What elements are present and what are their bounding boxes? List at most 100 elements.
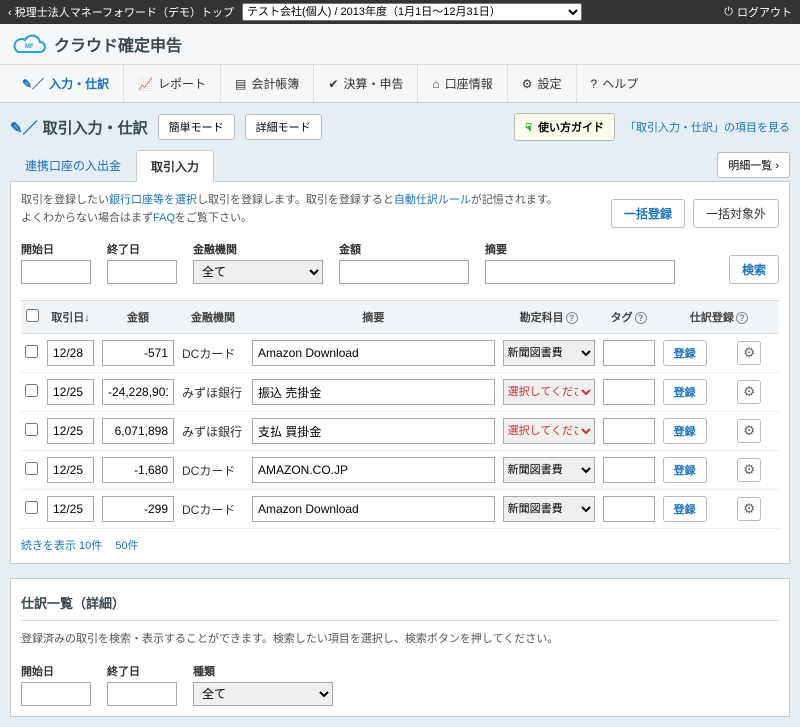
row-settings-button[interactable]: ⚙	[737, 380, 761, 404]
mode-simple-button[interactable]: 簡単モード	[158, 114, 235, 140]
row-account-select[interactable]: 選択してください	[503, 418, 595, 444]
row-settings-button[interactable]: ⚙	[737, 341, 761, 365]
row-checkbox[interactable]	[25, 462, 38, 475]
gear-icon: ⚙	[522, 77, 533, 91]
row-institution: みずほ銀行	[178, 373, 248, 412]
row-amount-input[interactable]	[102, 457, 174, 483]
row-account-select[interactable]: 新聞図書費	[503, 496, 595, 522]
select-account-link[interactable]: 銀行口座等を選択	[109, 194, 197, 206]
row-settings-button[interactable]: ⚙	[737, 419, 761, 443]
row-date-input[interactable]	[47, 340, 94, 366]
nav-help[interactable]: ?ヘルプ	[577, 65, 653, 102]
row-date-input[interactable]	[47, 379, 94, 405]
filter-end-input[interactable]	[107, 260, 177, 284]
show-more-10-link[interactable]: 続きを表示 10件	[21, 540, 102, 552]
row-memo-input[interactable]	[252, 418, 495, 444]
detail-list-button[interactable]: 明細一覧 ›	[717, 152, 790, 178]
table-row: みずほ銀行 選択してください 登録 ⚙	[21, 373, 779, 412]
row-amount-input[interactable]	[102, 340, 174, 366]
label-end: 終了日	[107, 241, 177, 257]
show-more-50-link[interactable]: 50件	[115, 540, 138, 552]
row-amount-input[interactable]	[102, 418, 174, 444]
faq-link[interactable]: FAQ	[153, 212, 175, 224]
row-checkbox[interactable]	[25, 501, 38, 514]
row-date-input[interactable]	[47, 418, 94, 444]
row-memo-input[interactable]	[252, 340, 495, 366]
journal-end-input[interactable]	[107, 682, 177, 706]
gear-icon: ⚙	[743, 423, 755, 439]
table-row: DCカード新聞図書費登録⚙	[21, 334, 779, 373]
help-icon[interactable]: ?	[566, 312, 578, 324]
row-tag-input[interactable]	[603, 457, 655, 483]
filter-amount-input[interactable]	[339, 260, 469, 284]
row-tag-input[interactable]	[603, 379, 655, 405]
row-account-select[interactable]: 選択してください	[503, 379, 595, 405]
row-institution: DCカード	[178, 451, 248, 490]
row-register-button[interactable]: 登録	[663, 418, 707, 444]
logout-link[interactable]: ⏻ ログアウト	[724, 4, 792, 20]
bulk-exclude-button[interactable]: 一括対象外	[693, 199, 779, 228]
label-inst: 金融機関	[193, 241, 323, 257]
label-end2: 終了日	[107, 663, 177, 679]
row-tag-input[interactable]	[603, 496, 655, 522]
row-memo-input[interactable]	[252, 379, 495, 405]
table-row: みずほ銀行選択してください登録⚙	[21, 412, 779, 451]
row-checkbox[interactable]	[25, 384, 38, 397]
sort-down-icon[interactable]: ↓	[84, 312, 90, 324]
row-register-button[interactable]: 登録	[663, 457, 707, 483]
power-icon: ⏻	[724, 6, 733, 19]
row-amount-input[interactable]	[102, 496, 174, 522]
nav-ledger[interactable]: ▤会計帳簿	[221, 65, 314, 102]
row-amount-input[interactable]	[102, 379, 174, 405]
row-register-button[interactable]: 登録	[663, 496, 707, 522]
journal-type-select[interactable]: 全て	[193, 682, 333, 706]
row-settings-button[interactable]: ⚙	[737, 458, 761, 482]
pencil-icon: ✎／	[10, 117, 38, 138]
gear-icon: ⚙	[743, 384, 755, 400]
select-all-checkbox[interactable]	[26, 309, 39, 322]
row-register-button[interactable]: 登録	[663, 340, 707, 366]
row-memo-input[interactable]	[252, 457, 495, 483]
nav-settlement[interactable]: ✔決算・申告	[314, 65, 418, 102]
nav-report[interactable]: 📈レポート	[124, 65, 221, 102]
search-button[interactable]: 検索	[729, 255, 779, 284]
check-icon: ✔	[328, 77, 338, 91]
row-account-select[interactable]: 新聞図書費	[503, 340, 595, 366]
filter-start-input[interactable]	[21, 260, 91, 284]
mode-detail-button[interactable]: 詳細モード	[245, 114, 322, 140]
row-register-button[interactable]: 登録	[663, 379, 707, 405]
filter-inst-select[interactable]: 全て	[193, 260, 323, 284]
row-date-input[interactable]	[47, 496, 94, 522]
product-name: クラウド確定申告	[54, 32, 182, 56]
pointer-icon: ☟	[525, 121, 532, 134]
nav-account[interactable]: ⌂口座情報	[418, 65, 507, 102]
help-icon[interactable]: ?	[736, 312, 748, 324]
tab-transaction-input[interactable]: 取引入力	[136, 150, 214, 182]
nav-settings[interactable]: ⚙設定	[508, 65, 577, 102]
journal-desc: 登録済みの取引を検索・表示することができます。検索したい項目を選択し、検索ボタン…	[21, 631, 779, 649]
auto-rule-link[interactable]: 自動仕訳ルール	[394, 194, 471, 206]
row-checkbox[interactable]	[25, 345, 38, 358]
company-select[interactable]: テスト会社(個人) / 2013年度（1月1日～12月31日）	[242, 3, 582, 21]
row-checkbox[interactable]	[25, 423, 38, 436]
brand-logo: MF クラウド確定申告	[12, 32, 788, 56]
journal-start-input[interactable]	[21, 682, 91, 706]
bulk-register-button[interactable]: 一括登録	[611, 199, 685, 228]
tab-linked-accounts[interactable]: 連携口座の入出金	[10, 149, 136, 181]
row-institution: DCカード	[178, 490, 248, 529]
row-account-select[interactable]: 新聞図書費	[503, 457, 595, 483]
filter-memo-input[interactable]	[485, 260, 675, 284]
row-settings-button[interactable]: ⚙	[737, 497, 761, 521]
label-memo: 摘要	[485, 241, 675, 257]
guide-button[interactable]: ☟ 使い方ガイド	[514, 113, 615, 141]
nav-input[interactable]: ✎／入力・仕訳	[8, 65, 124, 102]
row-date-input[interactable]	[47, 457, 94, 483]
back-link[interactable]: ‹ 税理士法人マネーフォワード（デモ）トップ	[8, 4, 234, 20]
row-memo-input[interactable]	[252, 496, 495, 522]
guide-link[interactable]: 「取引入力・仕訳」の項目を見る	[625, 119, 790, 135]
row-tag-input[interactable]	[603, 418, 655, 444]
pencil-icon: ✎／	[22, 75, 44, 92]
help-icon[interactable]: ?	[635, 312, 647, 324]
row-tag-input[interactable]	[603, 340, 655, 366]
book-icon: ▤	[235, 77, 246, 91]
